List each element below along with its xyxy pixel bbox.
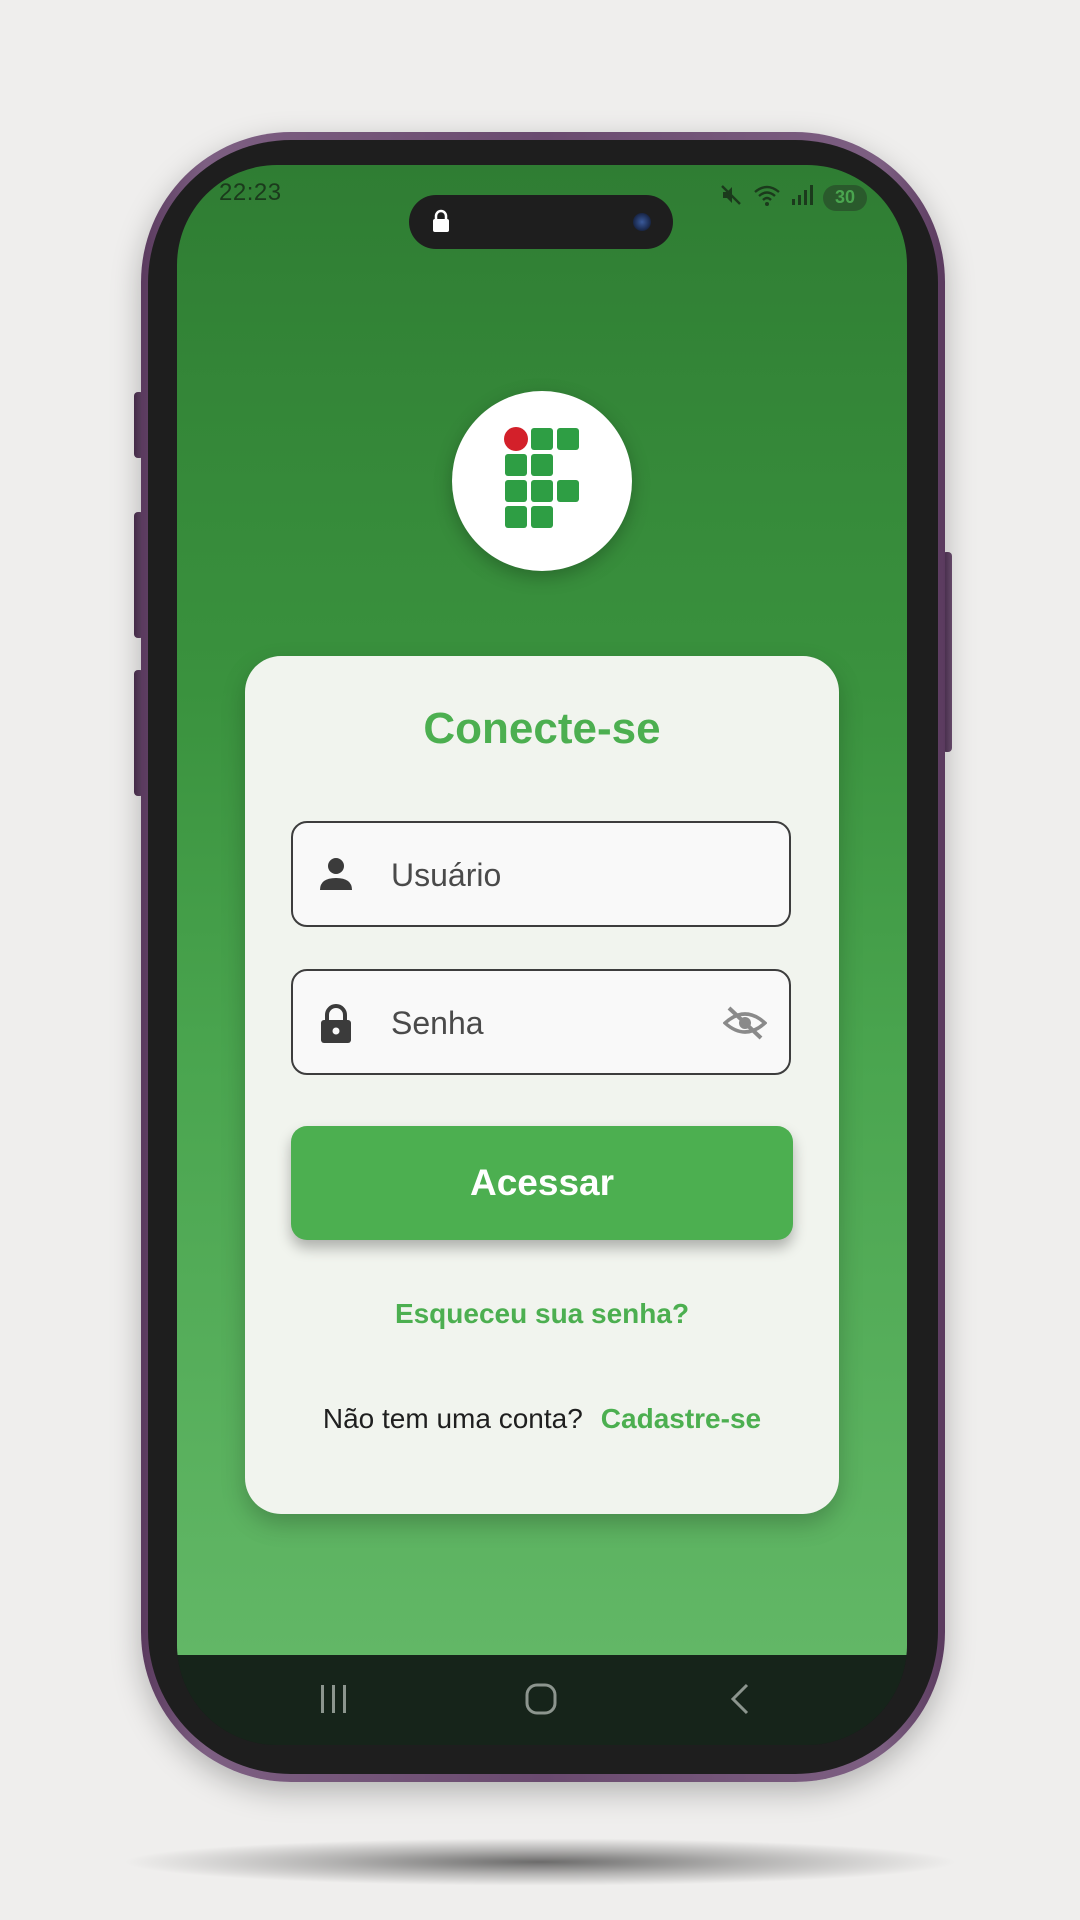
username-field[interactable] [291,821,791,927]
signup-row: Não tem uma conta? Cadastre-se [245,1403,839,1435]
signup-link[interactable]: Cadastre-se [601,1403,761,1434]
password-field[interactable] [291,969,791,1075]
phone-screen: 22:23 30 Conecte-se Usuário Acessar Esqu… [177,165,907,1745]
forgot-password-link[interactable]: Esqueceu sua senha? [245,1298,839,1330]
username-input[interactable] [389,823,693,927]
person-icon [319,856,353,897]
camera-island [409,195,673,249]
front-camera [633,213,651,231]
visibility-off-icon[interactable] [722,1005,768,1046]
mute-icon [719,183,743,212]
battery-icon: 30 [823,184,867,211]
status-time: 22:23 [219,179,282,206]
wifi-icon [753,183,781,212]
floor-shadow [120,1838,960,1886]
submit-button[interactable]: Acessar [291,1126,793,1240]
home-icon[interactable] [522,1679,562,1724]
login-title: Conecte-se [423,704,661,753]
signal-icon [791,184,813,211]
status-icons: 30 [719,183,867,212]
login-card: Conecte-se Usuário Acessar Esqueceu sua … [245,656,839,1514]
password-input[interactable] [389,971,693,1075]
institution-logo [452,391,632,571]
institution-logo-mark [504,427,579,528]
device-mockup: 22:23 30 Conecte-se Usuário Acessar Esqu… [0,0,1080,1920]
lock-icon [319,1004,353,1049]
login-screen: 22:23 30 Conecte-se Usuário Acessar Esqu… [177,165,907,1655]
navigation-bar [177,1655,907,1745]
signup-prompt: Não tem uma conta? [322,1403,583,1434]
back-icon[interactable] [725,1679,755,1724]
recents-icon[interactable] [317,1679,351,1724]
lock-icon [431,209,451,238]
